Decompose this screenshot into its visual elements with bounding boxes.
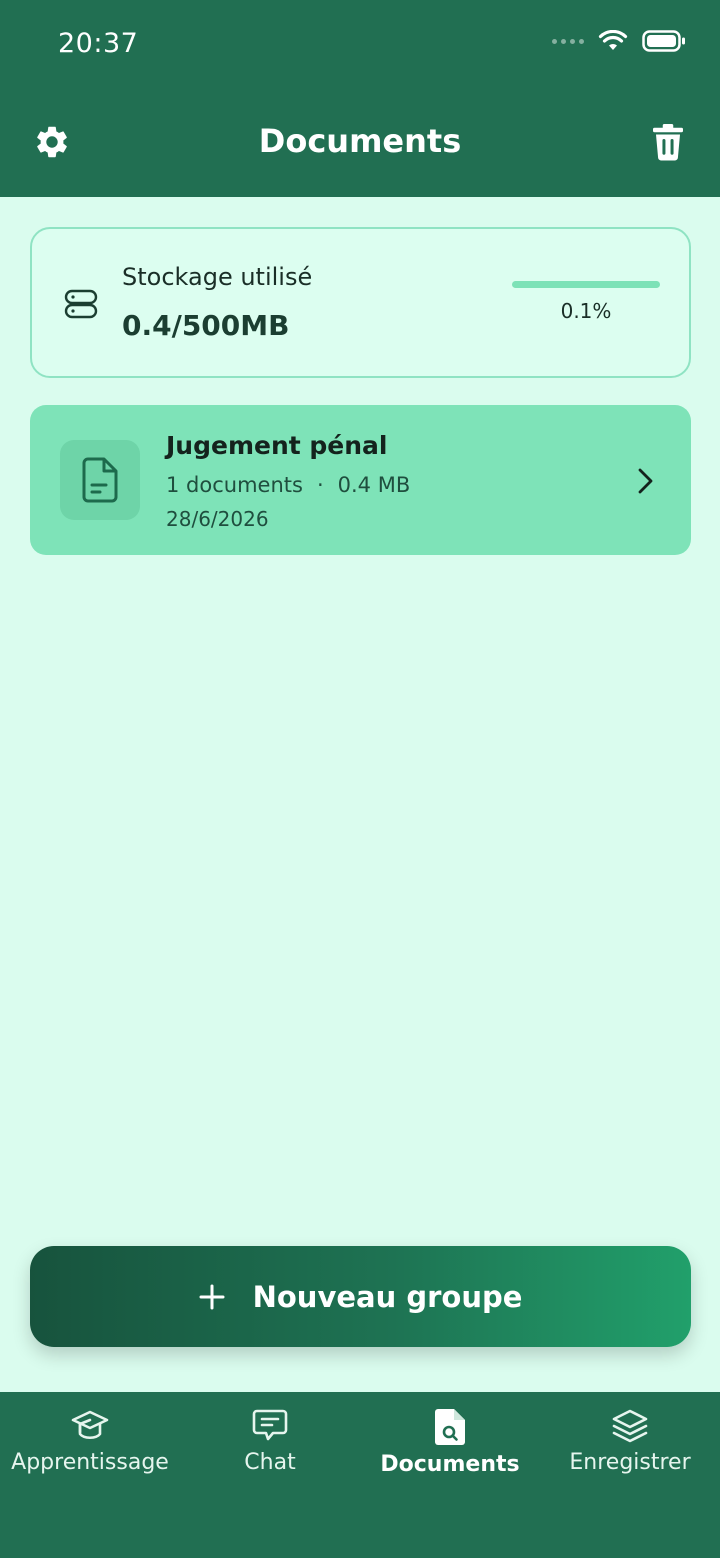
storage-label: Stockage utilisé bbox=[122, 263, 313, 291]
battery-icon bbox=[642, 30, 685, 52]
storage-progress-bar bbox=[512, 281, 660, 288]
database-icon bbox=[64, 289, 98, 319]
bottom-tab-bar: Apprentissage Chat Documents Enregistrer bbox=[0, 1392, 720, 1558]
group-date: 28/6/2026 bbox=[166, 507, 269, 531]
layers-icon bbox=[612, 1409, 648, 1443]
tab-label: Apprentissage bbox=[11, 1450, 169, 1475]
tab-documents[interactable]: Documents bbox=[360, 1392, 540, 1558]
storage-card: Stockage utilisé 0.4/500MB 0.1% bbox=[30, 227, 691, 378]
tab-chat[interactable]: Chat bbox=[180, 1392, 360, 1558]
graduation-cap-icon bbox=[71, 1410, 109, 1440]
plus-icon bbox=[199, 1284, 225, 1309]
file-icon bbox=[82, 457, 118, 503]
group-meta: 1 documents · 0.4 MB bbox=[166, 473, 410, 497]
storage-value: 0.4/500MB bbox=[122, 309, 290, 342]
group-document-count: 1 documents bbox=[166, 473, 303, 497]
group-size: 0.4 MB bbox=[337, 473, 411, 497]
chat-bubble-icon bbox=[252, 1409, 288, 1441]
tab-apprentissage[interactable]: Apprentissage bbox=[0, 1392, 180, 1558]
tab-enregistrer[interactable]: Enregistrer bbox=[540, 1392, 720, 1558]
tab-label: Documents bbox=[380, 1452, 520, 1477]
document-group-item[interactable]: Jugement pénal 1 documents · 0.4 MB 28/6… bbox=[30, 405, 691, 555]
meta-separator: · bbox=[316, 473, 324, 497]
document-search-icon bbox=[435, 1409, 465, 1445]
signal-icon bbox=[552, 38, 584, 44]
new-group-button[interactable]: Nouveau groupe bbox=[30, 1246, 691, 1347]
tab-label: Enregistrer bbox=[569, 1450, 691, 1475]
status-time: 20:37 bbox=[58, 28, 139, 59]
chevron-right-icon bbox=[638, 468, 653, 494]
storage-progress-fill bbox=[512, 281, 660, 288]
storage-percent: 0.1% bbox=[560, 299, 612, 323]
new-group-label: Nouveau groupe bbox=[252, 1279, 523, 1314]
app-header: 20:37 Documents bbox=[0, 0, 720, 197]
page-title: Documents bbox=[258, 122, 462, 160]
delete-button[interactable] bbox=[648, 122, 688, 162]
status-icons bbox=[552, 30, 686, 52]
group-icon-box bbox=[60, 440, 140, 520]
trash-icon bbox=[653, 124, 683, 161]
tab-label: Chat bbox=[244, 1450, 296, 1475]
group-title: Jugement pénal bbox=[166, 431, 388, 460]
wifi-icon bbox=[598, 30, 628, 50]
